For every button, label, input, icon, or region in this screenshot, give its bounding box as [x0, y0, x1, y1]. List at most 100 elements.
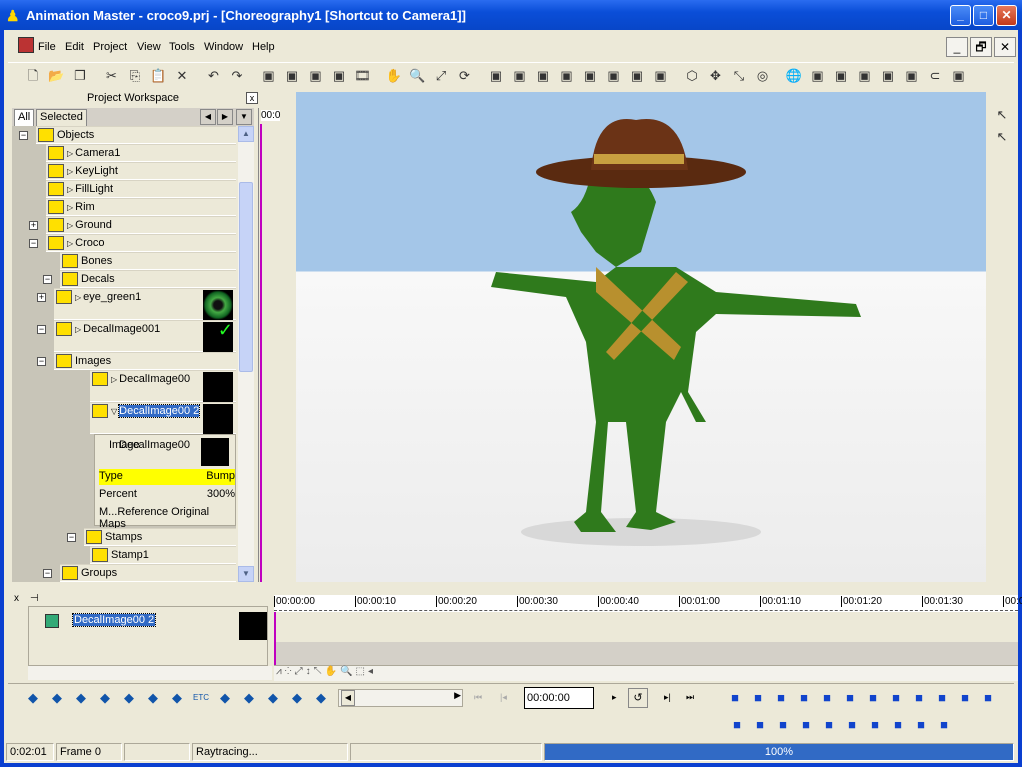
group-icon[interactable]: ▣ [260, 67, 278, 85]
pose-icon[interactable]: ▣ [581, 67, 599, 85]
maximize-button[interactable]: □ [973, 5, 994, 26]
property-row[interactable]: Type Bump [99, 469, 235, 485]
tree-item[interactable]: ▷ DecalImage001 ✓ [54, 320, 236, 352]
scale-icon[interactable]: ◆ [48, 689, 66, 707]
key-icon[interactable]: ◆ [288, 689, 306, 707]
tree-item[interactable]: ▷ KeyLight [46, 162, 236, 180]
go-to-start-icon[interactable]: ⏮ [474, 692, 482, 703]
tree-item[interactable]: Decals [60, 270, 236, 288]
view-mode-icon[interactable]: ■ [772, 689, 790, 707]
menu-project[interactable]: Project [93, 41, 127, 53]
go-to-end-icon[interactable]: ⏭ [686, 692, 694, 703]
move-icon[interactable]: ◆ [24, 689, 42, 707]
timeline-h-scrollbar[interactable] [28, 666, 272, 680]
expand-arrow-icon[interactable]: ▷ [111, 375, 117, 384]
camera-view-icon[interactable]: ■ [843, 716, 861, 734]
timeline-item-label[interactable]: DecalImage00 2 [71, 613, 157, 627]
mdi-minimize-button[interactable]: _ [946, 37, 968, 57]
view-mode-icon[interactable]: ■ [841, 689, 859, 707]
tree-item[interactable]: Images [54, 352, 236, 370]
tree-scrollbar[interactable]: ▲ ▼ [238, 126, 254, 582]
loop-icon[interactable]: ↺ [628, 688, 648, 708]
time-ruler[interactable]: 00:00:00 00:00:10 00:00:20 00:00:30 00:00:40… [274, 595, 1022, 611]
camera-view-icon[interactable]: ■ [889, 716, 907, 734]
chart-icon[interactable]: ▣ [832, 67, 850, 85]
toggle-collapse-button[interactable]: − [29, 239, 38, 248]
camera-view-icon[interactable]: ■ [820, 716, 838, 734]
camera-view-icon[interactable]: ■ [728, 716, 746, 734]
scroll-down-button[interactable]: ▼ [238, 566, 254, 582]
toggle-collapse-button[interactable]: − [37, 357, 46, 366]
muscle-icon[interactable]: ▣ [558, 67, 576, 85]
slider-thumb[interactable]: ◀ [341, 690, 355, 706]
bone-red-icon[interactable]: ◆ [216, 689, 234, 707]
path-icon[interactable]: ◆ [144, 689, 162, 707]
expand-arrow-icon[interactable]: ▷ [67, 221, 73, 230]
property-row[interactable]: M...Reference Original Maps [99, 505, 235, 530]
path-icon[interactable]: ▣ [809, 67, 827, 85]
frame-slider[interactable]: ◀ ▶ [338, 689, 463, 707]
tree-item[interactable]: ▷ DecalImage00 [90, 370, 236, 402]
toggle-collapse-button[interactable]: − [67, 533, 76, 542]
gear-icon[interactable]: ▣ [950, 67, 968, 85]
megaphone-icon[interactable]: ▣ [652, 67, 670, 85]
camera-view-icon[interactable]: ■ [774, 716, 792, 734]
expand-arrow-icon[interactable]: ▷ [67, 167, 73, 176]
link-icon[interactable]: ◆ [96, 689, 114, 707]
film-icon[interactable]: 🎞 [354, 67, 372, 85]
view-mode-icon[interactable]: ■ [887, 689, 905, 707]
toggle-collapse-button[interactable]: − [43, 569, 52, 578]
hand-icon[interactable]: ✋ [385, 67, 403, 85]
camera-view-icon[interactable]: ■ [797, 716, 815, 734]
minimize-button[interactable]: _ [950, 5, 971, 26]
etc-icon[interactable]: ETC [192, 689, 210, 707]
redo-icon[interactable]: ↷ [228, 67, 246, 85]
cross-icon[interactable]: ◆ [168, 689, 186, 707]
skeleton-icon[interactable]: ◆ [120, 689, 138, 707]
scroll-thumb[interactable] [239, 182, 253, 372]
save-all-icon[interactable]: ❐ [71, 67, 89, 85]
timeline-tool-icons[interactable]: ⩘⁘⤢↕↖✋🔍⬚◂ [276, 666, 376, 677]
menu-window[interactable]: Window [204, 41, 243, 53]
add-icon[interactable]: ▣ [283, 67, 301, 85]
lock-icon[interactable]: ▣ [307, 67, 325, 85]
scroll-up-button[interactable]: ▲ [238, 126, 254, 142]
bones-icon[interactable]: ▣ [534, 67, 552, 85]
expand-arrow-icon[interactable]: ▷ [67, 149, 73, 158]
view-mode-icon[interactable]: ■ [979, 689, 997, 707]
select-arrow-icon[interactable]: ↖ [993, 106, 1011, 124]
rotate-icon[interactable]: ⟳ [456, 67, 474, 85]
render-icon[interactable]: ▣ [903, 67, 921, 85]
undo-icon[interactable]: ↶ [205, 67, 223, 85]
menu-view[interactable]: View [137, 41, 161, 53]
tree-item[interactable]: Groups [60, 564, 236, 582]
magnet-icon[interactable]: ⊂ [926, 67, 944, 85]
bone-red-2-icon[interactable]: ◆ [240, 689, 258, 707]
timeline-track-area[interactable] [274, 611, 1018, 666]
view-mode-icon[interactable]: ■ [910, 689, 928, 707]
scale-icon[interactable]: ⤡ [730, 67, 748, 85]
tree-item[interactable]: ▷ Rim [46, 198, 236, 216]
tree-item[interactable]: Stamps [84, 528, 236, 546]
model-icon[interactable]: ▣ [511, 67, 529, 85]
camera-view-icon[interactable]: ■ [935, 716, 953, 734]
tab-all[interactable]: All [14, 109, 35, 126]
ruler-icon[interactable]: ▣ [879, 67, 897, 85]
menu-file[interactable]: File [38, 41, 56, 53]
menu-tools[interactable]: Tools [169, 41, 195, 53]
tree-item[interactable]: Bones [60, 252, 236, 270]
tree-item[interactable]: ▷ Ground [46, 216, 236, 234]
mdi-restore-button[interactable]: 🗗 [970, 37, 992, 57]
zoom-icon[interactable]: 🔍 [409, 67, 427, 85]
scissors-icon[interactable]: ◆ [312, 689, 330, 707]
open-icon[interactable]: 📂 [48, 67, 66, 85]
tree-item[interactable]: Stamp1 [90, 546, 236, 564]
menu-help[interactable]: Help [252, 41, 275, 53]
new-icon[interactable]: 🗋 [24, 67, 42, 85]
expand-arrow-icon[interactable]: ▷ [67, 185, 73, 194]
fit-icon[interactable]: ⤢ [432, 67, 450, 85]
slider-right-icon[interactable]: ▶ [454, 690, 461, 701]
camera-view-icon[interactable]: ■ [751, 716, 769, 734]
timeline-close-button[interactable]: x [14, 593, 19, 604]
tab-scroll-left-button[interactable]: ◀ [200, 109, 216, 125]
